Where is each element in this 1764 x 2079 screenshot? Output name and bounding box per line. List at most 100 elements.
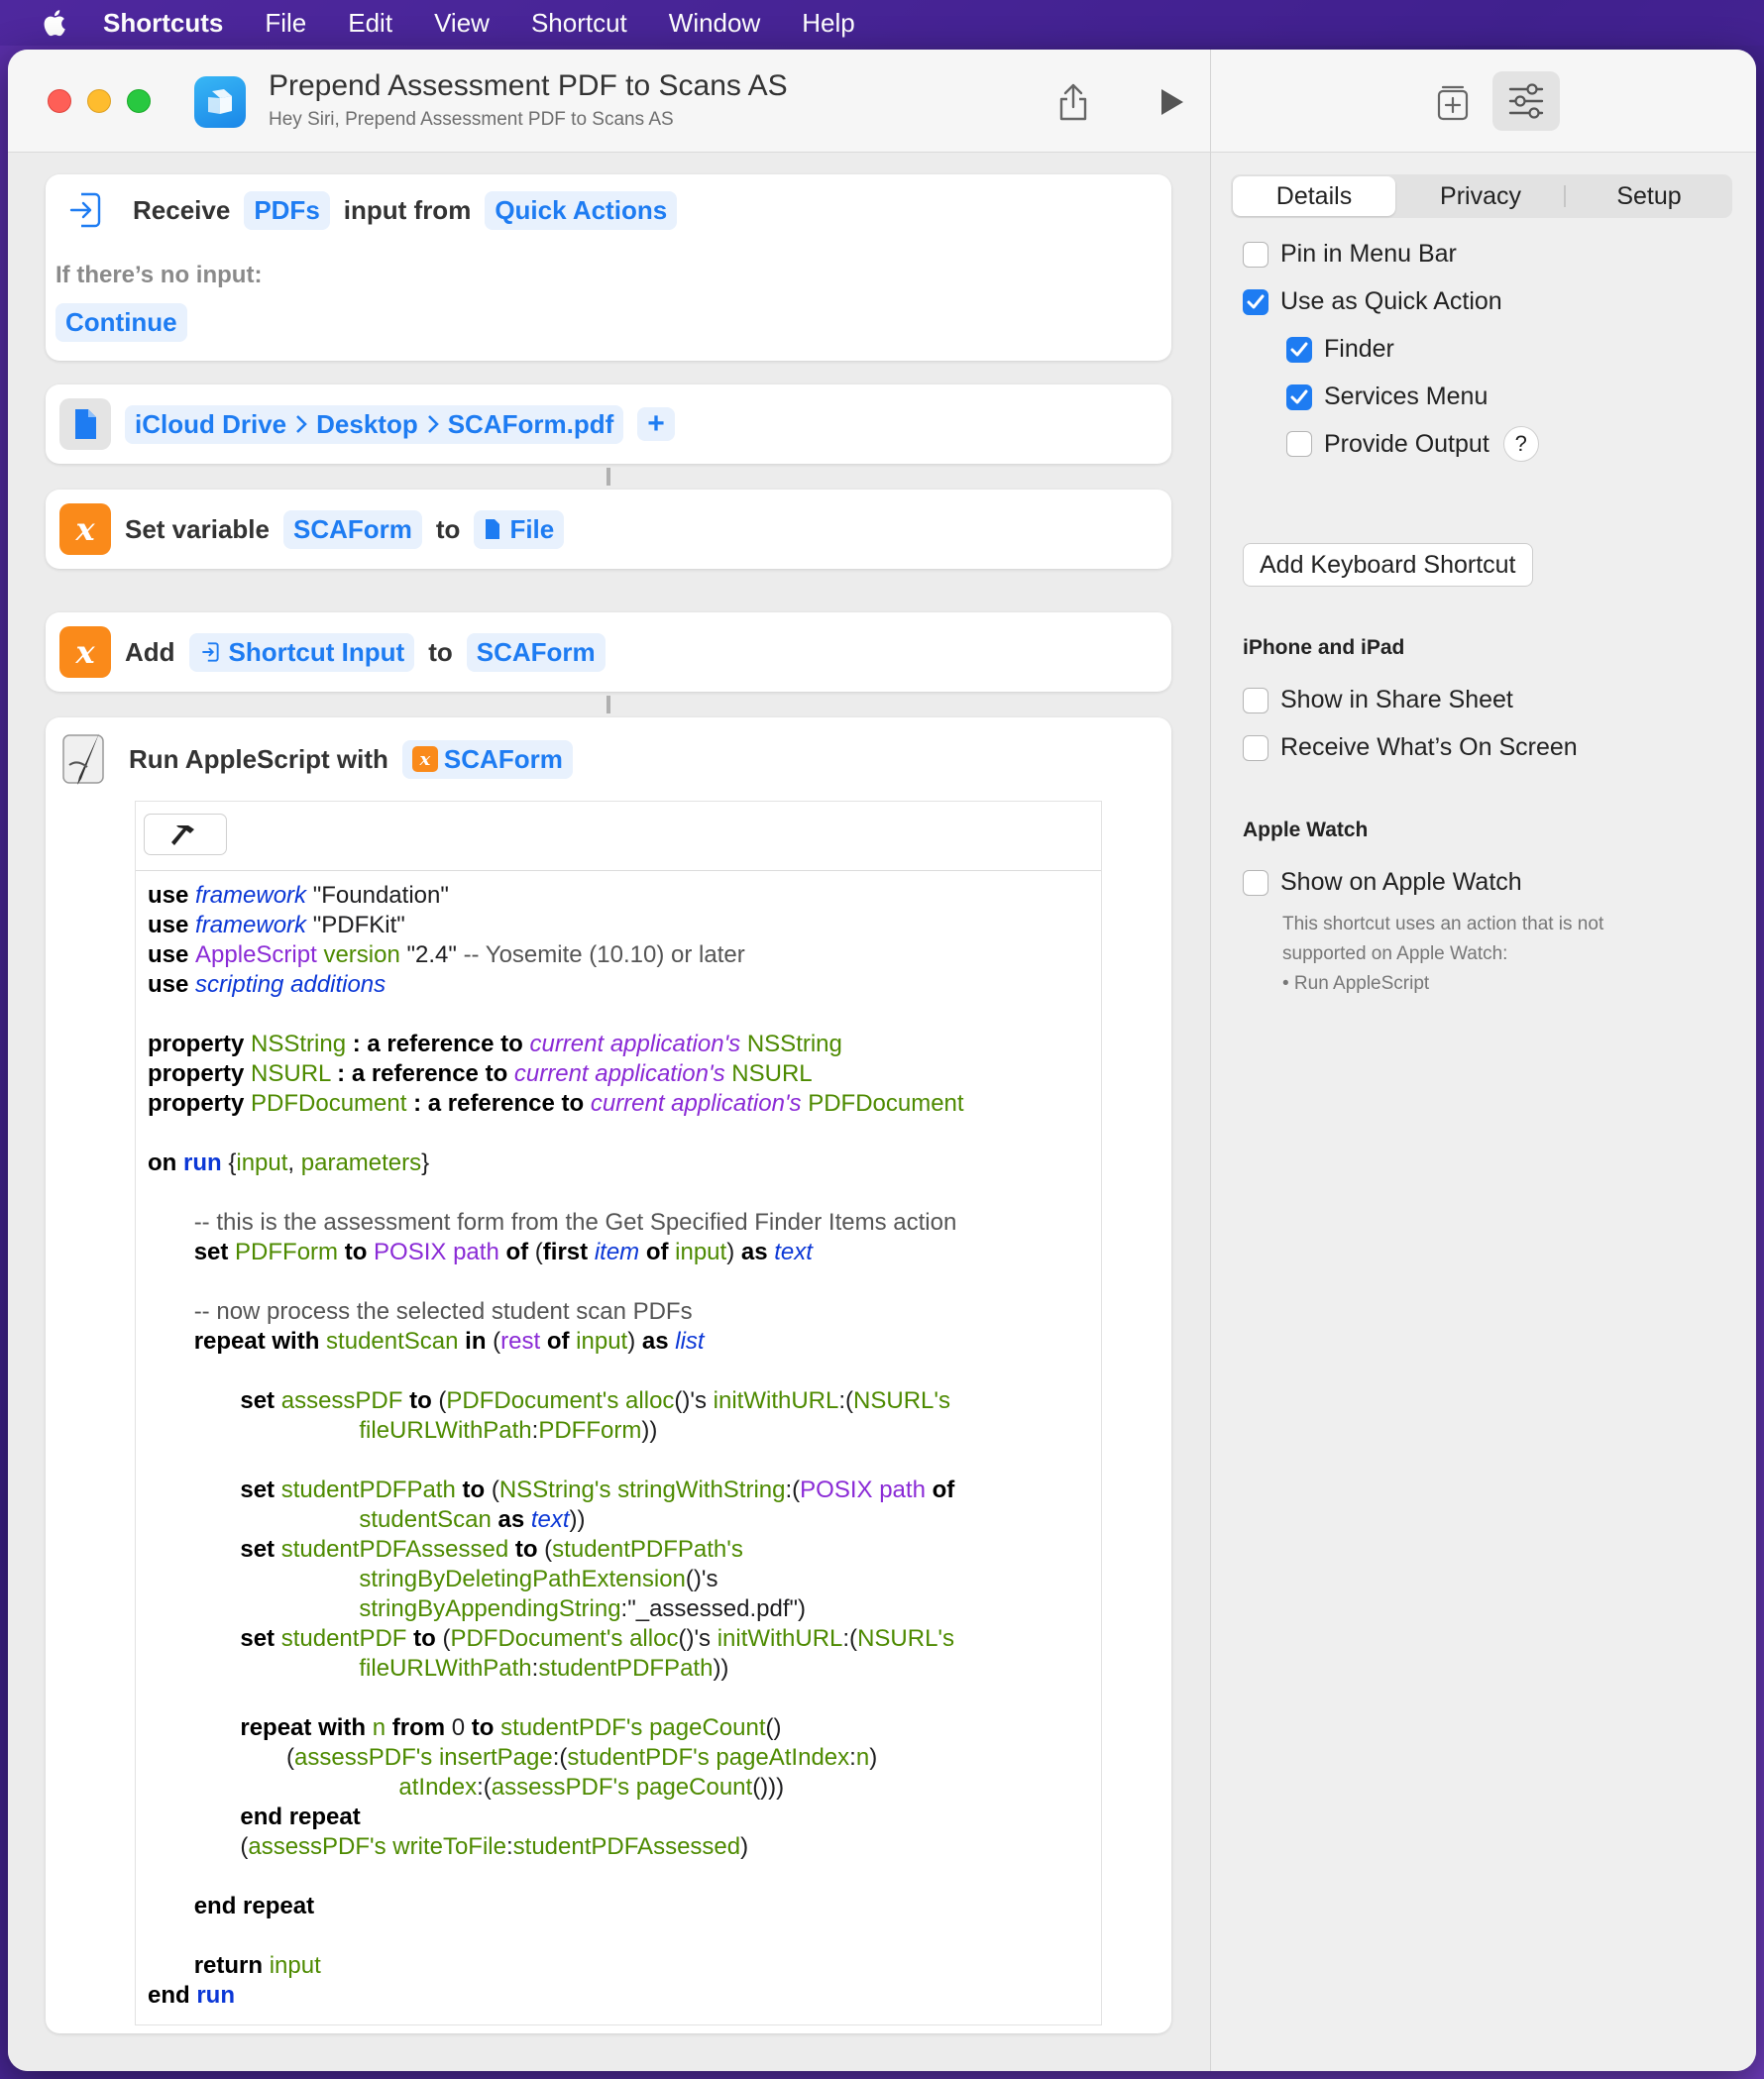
menu-bar: Shortcuts File Edit View Shortcut Window…	[0, 0, 1764, 46]
services-menu-checkbox[interactable]	[1286, 383, 1312, 410]
code-line: set assessPDF to (PDFDocument's alloc()'…	[240, 1387, 950, 1414]
finder-checkbox[interactable]	[1286, 336, 1312, 363]
input-type-chip[interactable]: PDFs	[244, 190, 330, 230]
option-quick-action[interactable]: Use as Quick Action	[1243, 287, 1502, 316]
details-toggle-button[interactable]	[1492, 71, 1560, 131]
code-line: property NSString : a reference to curre…	[148, 1031, 842, 1057]
provide-output-checkbox[interactable]	[1286, 431, 1312, 457]
code-line: end run	[148, 1982, 236, 2009]
quick-action-checkbox[interactable]	[1243, 288, 1268, 315]
input-source-chip[interactable]: Quick Actions	[485, 190, 678, 230]
action-connector	[606, 468, 610, 486]
add-keyboard-shortcut-button[interactable]: Add Keyboard Shortcut	[1243, 543, 1533, 587]
library-icon[interactable]	[1427, 77, 1479, 129]
add-to-variable-action[interactable]: x Add Shortcut Input to SCAForm	[46, 612, 1171, 692]
tab-details[interactable]: Details	[1233, 176, 1395, 216]
code-line: set studentPDFAssessed to (studentPDFPat…	[240, 1536, 743, 1563]
variable-name-chip[interactable]: SCAForm	[282, 509, 422, 549]
action-connector	[606, 696, 610, 713]
shortcut-title[interactable]: Prepend Assessment PDF to Scans AS	[269, 69, 788, 103]
receive-mid-text: input from	[343, 194, 472, 225]
target-variable-chip[interactable]: SCAForm	[466, 632, 606, 672]
option-provide-output[interactable]: Provide Output ?	[1286, 426, 1539, 462]
script-input-chip[interactable]: x SCAForm	[401, 739, 573, 779]
applescript-editor[interactable]: use framework "Foundation" use framework …	[135, 801, 1102, 2025]
share-sheet-checkbox[interactable]	[1243, 687, 1268, 713]
file-icon	[486, 519, 500, 539]
no-input-behavior[interactable]: Continue	[55, 303, 187, 342]
add-to-text: to	[428, 636, 453, 667]
receive-on-screen-label: Receive What’s On Screen	[1280, 733, 1578, 761]
help-button[interactable]: ?	[1502, 426, 1539, 462]
code-line: (assessPDF's writeToFile:studentPDFAsses…	[148, 1833, 749, 1860]
menu-help[interactable]: Help	[802, 8, 854, 39]
play-icon[interactable]	[1146, 77, 1195, 127]
hammer-icon	[171, 825, 194, 845]
add-verb: Add	[125, 636, 175, 667]
compile-button[interactable]	[144, 814, 227, 855]
shortcut-input-chip[interactable]: Shortcut Input	[188, 632, 415, 672]
set-variable-action[interactable]: x Set variable SCAForm to File	[46, 490, 1171, 569]
share-icon[interactable]	[1048, 77, 1098, 127]
show-on-watch-checkbox[interactable]	[1243, 869, 1268, 896]
variable-icon: x	[59, 626, 111, 678]
applescript-label: Run AppleScript with	[129, 743, 388, 774]
code-line: (assessPDF's insertPage:(studentPDF's pa…	[148, 1744, 878, 1771]
code-line: set studentPDFPath to (NSString's string…	[240, 1477, 955, 1503]
checkmark-icon	[1290, 342, 1308, 356]
option-services-menu[interactable]: Services Menu	[1286, 383, 1488, 411]
watch-support-note: This shortcut uses an action that is not…	[1282, 910, 1718, 999]
receive-verb: Receive	[133, 194, 231, 225]
variable-value-chip[interactable]: File	[474, 509, 565, 549]
close-window-button[interactable]	[48, 89, 71, 113]
code-line: on run {input, parameters}	[148, 1149, 430, 1176]
shortcuts-app-icon[interactable]	[194, 76, 246, 128]
minimize-window-button[interactable]	[87, 89, 111, 113]
add-file-button[interactable]: +	[637, 407, 675, 441]
file-icon	[59, 398, 111, 450]
script-editor-icon	[62, 733, 104, 785]
option-finder[interactable]: Finder	[1286, 335, 1394, 364]
menu-view[interactable]: View	[434, 8, 490, 39]
sidebar-tabs: Details Privacy Setup	[1231, 174, 1732, 218]
option-show-on-watch[interactable]: Show on Apple Watch	[1243, 868, 1522, 897]
menu-edit[interactable]: Edit	[348, 8, 392, 39]
tab-setup[interactable]: Setup	[1566, 182, 1732, 211]
receive-input-action[interactable]: Receive PDFs input from Quick Actions If…	[46, 174, 1171, 361]
shortcut-editor: Receive PDFs input from Quick Actions If…	[8, 153, 1210, 2071]
menu-app[interactable]: Shortcuts	[103, 8, 223, 39]
variable-value-label: File	[509, 513, 555, 544]
run-applescript-action[interactable]: Run AppleScript with x SCAForm use frame…	[46, 717, 1171, 2033]
menu-window[interactable]: Window	[669, 8, 760, 39]
option-pin-menu-bar[interactable]: Pin in Menu Bar	[1243, 240, 1457, 269]
pin-menu-bar-checkbox[interactable]	[1243, 241, 1268, 268]
menu-file[interactable]: File	[265, 8, 306, 39]
receive-on-screen-checkbox[interactable]	[1243, 734, 1268, 761]
code-line: property NSURL : a reference to current …	[148, 1060, 813, 1087]
code-line: fileURLWithPath:PDFForm))	[359, 1417, 658, 1444]
code-line: use framework "PDFKit"	[148, 912, 405, 938]
option-receive-on-screen[interactable]: Receive What’s On Screen	[1243, 733, 1578, 762]
apple-icon[interactable]	[40, 8, 67, 38]
code-line: end repeat	[240, 1804, 361, 1830]
code-line: fileURLWithPath:studentPDFPath))	[359, 1655, 729, 1682]
chevron-right-icon	[296, 415, 307, 433]
file-action[interactable]: iCloud Drive Desktop SCAForm.pdf +	[46, 384, 1171, 464]
file-path-chip[interactable]: iCloud Drive Desktop SCAForm.pdf	[125, 404, 624, 444]
shortcuts-window: Prepend Assessment PDF to Scans AS Hey S…	[8, 50, 1756, 2071]
continue-chip[interactable]: Continue	[55, 303, 187, 342]
pin-menu-bar-label: Pin in Menu Bar	[1280, 240, 1457, 268]
code-line: stringByAppendingString:"_assessed.pdf")	[359, 1595, 807, 1622]
quick-action-label: Use as Quick Action	[1280, 287, 1502, 315]
applescript-code[interactable]: use framework "Foundation" use framework …	[148, 881, 964, 2011]
code-line: use framework "Foundation"	[148, 882, 449, 909]
zoom-window-button[interactable]	[127, 89, 151, 113]
menu-shortcut[interactable]: Shortcut	[531, 8, 627, 39]
option-share-sheet[interactable]: Show in Share Sheet	[1243, 686, 1513, 714]
code-line: return input	[193, 1952, 321, 1979]
tab-privacy[interactable]: Privacy	[1397, 182, 1564, 211]
